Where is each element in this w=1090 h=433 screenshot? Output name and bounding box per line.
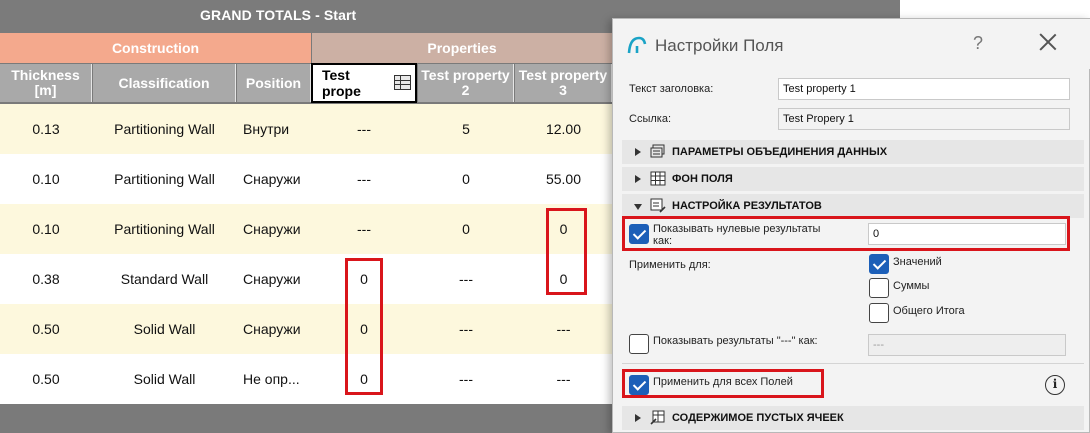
table-cell-classification[interactable]: Partitioning Wall bbox=[93, 154, 236, 204]
table-cell-p1[interactable]: --- bbox=[311, 154, 417, 204]
table-cell-p1[interactable]: --- bbox=[311, 204, 417, 254]
table-cell-p2[interactable]: 5 bbox=[418, 104, 514, 154]
column-header-test-property-1-editing[interactable]: Test prope bbox=[311, 63, 417, 103]
table-cell-position[interactable]: Снаружи bbox=[237, 154, 311, 204]
table-cell-p2[interactable]: --- bbox=[418, 254, 514, 304]
close-icon[interactable] bbox=[1037, 31, 1059, 53]
apply-total-checkbox[interactable] bbox=[869, 303, 889, 323]
table-cell-p3[interactable]: --- bbox=[515, 354, 612, 404]
group-header-properties[interactable]: Properties bbox=[312, 33, 612, 63]
table-cell-classification[interactable]: Partitioning Wall bbox=[93, 104, 236, 154]
table-cell-classification[interactable]: Standard Wall bbox=[93, 254, 236, 304]
empty-cells-icon bbox=[650, 410, 665, 425]
section-title: СОДЕРЖИМОЕ ПУСТЫХ ЯЧЕЕК bbox=[672, 412, 844, 424]
group-header-construction[interactable]: Construction bbox=[0, 33, 311, 63]
expand-arrow-icon[interactable] bbox=[635, 414, 641, 422]
section-title: ФОН ПОЛЯ bbox=[672, 173, 733, 185]
link-field: Test Propery 1 bbox=[778, 108, 1070, 130]
field-settings-dialog: Настройки Поля ? Текст заголовка: Test p… bbox=[612, 18, 1090, 433]
info-icon[interactable]: i bbox=[1045, 375, 1065, 395]
table-cell-position[interactable]: Не опр... bbox=[237, 354, 311, 404]
table-row[interactable]: 0.38 Standard Wall Снаружи 0 --- 0 bbox=[0, 254, 612, 304]
stack-icon bbox=[650, 144, 665, 158]
column-header-test-property-2[interactable]: Test property 2 bbox=[418, 64, 514, 102]
section-results-settings[interactable]: НАСТРОЙКА РЕЗУЛЬТАТОВ bbox=[622, 194, 1084, 218]
table-cell-position[interactable]: Внутри bbox=[237, 104, 311, 154]
table-cell-position[interactable]: Снаружи bbox=[237, 304, 311, 354]
table-icon[interactable] bbox=[394, 75, 411, 90]
table-cell-p2[interactable]: 0 bbox=[418, 154, 514, 204]
apply-total-label: Общего Итога bbox=[893, 305, 965, 317]
archicad-logo-icon bbox=[627, 36, 647, 54]
table-cell-p1[interactable]: --- bbox=[311, 104, 417, 154]
table-cell-p3[interactable]: --- bbox=[515, 304, 612, 354]
help-button[interactable]: ? bbox=[973, 33, 983, 54]
section-title: ПАРАМЕТРЫ ОБЪЕДИНЕНИЯ ДАННЫХ bbox=[672, 146, 888, 158]
table-cell-p2[interactable]: --- bbox=[418, 304, 514, 354]
section-merge-params[interactable]: ПАРАМЕТРЫ ОБЪЕДИНЕНИЯ ДАННЫХ bbox=[622, 140, 1084, 164]
column-header-thickness[interactable]: Thickness [m] bbox=[0, 64, 92, 102]
header-edit-text[interactable]: Test prope bbox=[322, 67, 374, 99]
section-field-background[interactable]: ФОН ПОЛЯ bbox=[622, 167, 1084, 191]
table-row[interactable]: 0.50 Solid Wall Не опр... 0 --- --- bbox=[0, 354, 612, 404]
collapse-arrow-icon[interactable] bbox=[634, 204, 642, 210]
highlight-box-test1-zeros bbox=[345, 258, 383, 395]
table-cell-p2[interactable]: --- bbox=[418, 354, 514, 404]
link-label: Ссылка: bbox=[629, 113, 671, 125]
highlight-box-test3-zeros bbox=[546, 208, 587, 295]
apply-for-label: Применить для: bbox=[629, 259, 711, 271]
table-cell-classification[interactable]: Solid Wall bbox=[93, 354, 236, 404]
table-cell-position[interactable]: Снаружи bbox=[237, 254, 311, 304]
expand-arrow-icon[interactable] bbox=[635, 148, 641, 156]
apply-sums-checkbox[interactable] bbox=[869, 278, 889, 298]
column-header-test-property-3[interactable]: Test property 3 bbox=[515, 64, 612, 102]
section-empty-cells[interactable]: СОДЕРЖИМОЕ ПУСТЫХ ЯЧЕЕК bbox=[622, 406, 1084, 430]
highlight-box-apply-all bbox=[622, 369, 824, 398]
table-row[interactable]: 0.10 Partitioning Wall Снаружи --- 0 55.00 bbox=[0, 154, 612, 204]
table-cell-thickness[interactable]: 0.10 bbox=[0, 204, 92, 254]
show-dash-input: --- bbox=[868, 334, 1066, 356]
table-cell-thickness[interactable]: 0.13 bbox=[0, 104, 92, 154]
highlight-box-show-zero bbox=[622, 216, 1070, 251]
header-text-input[interactable]: Test property 1 bbox=[778, 78, 1070, 100]
table-row[interactable]: 0.50 Solid Wall Снаружи 0 --- --- bbox=[0, 304, 612, 354]
table-cell-thickness[interactable]: 0.10 bbox=[0, 154, 92, 204]
dialog-title: Настройки Поля bbox=[655, 36, 784, 55]
grid-icon bbox=[650, 171, 666, 186]
expand-arrow-icon[interactable] bbox=[635, 175, 641, 183]
header-text-label: Текст заголовка: bbox=[629, 83, 714, 95]
table-cell-p2[interactable]: 0 bbox=[418, 204, 514, 254]
table-cell-position[interactable]: Снаружи bbox=[237, 204, 311, 254]
dialog-titlebar[interactable]: Настройки Поля ? bbox=[613, 19, 1090, 69]
table-cell-classification[interactable]: Partitioning Wall bbox=[93, 204, 236, 254]
divider bbox=[622, 363, 1084, 364]
section-title: НАСТРОЙКА РЕЗУЛЬТАТОВ bbox=[672, 200, 822, 212]
show-dash-label: Показывать результаты "---" как: bbox=[653, 335, 818, 347]
table-cell-p3[interactable]: 12.00 bbox=[515, 104, 612, 154]
table-row[interactable]: 0.13 Partitioning Wall Внутри --- 5 12.00 bbox=[0, 104, 612, 154]
show-dash-checkbox[interactable] bbox=[629, 334, 649, 354]
column-header-position[interactable]: Position bbox=[237, 64, 311, 102]
table-cell-classification[interactable]: Solid Wall bbox=[93, 304, 236, 354]
table-cell-thickness[interactable]: 0.50 bbox=[0, 304, 92, 354]
table-cell-thickness[interactable]: 0.50 bbox=[0, 354, 92, 404]
apply-values-checkbox[interactable] bbox=[869, 254, 889, 274]
apply-sums-label: Суммы bbox=[893, 280, 930, 292]
table-cell-p3[interactable]: 55.00 bbox=[515, 154, 612, 204]
table-row[interactable]: 0.10 Partitioning Wall Снаружи --- 0 0 bbox=[0, 204, 612, 254]
table-cell-thickness[interactable]: 0.38 bbox=[0, 254, 92, 304]
apply-values-label: Значений bbox=[893, 256, 942, 268]
column-header-classification[interactable]: Classification bbox=[93, 64, 236, 102]
results-settings-icon bbox=[650, 198, 666, 213]
